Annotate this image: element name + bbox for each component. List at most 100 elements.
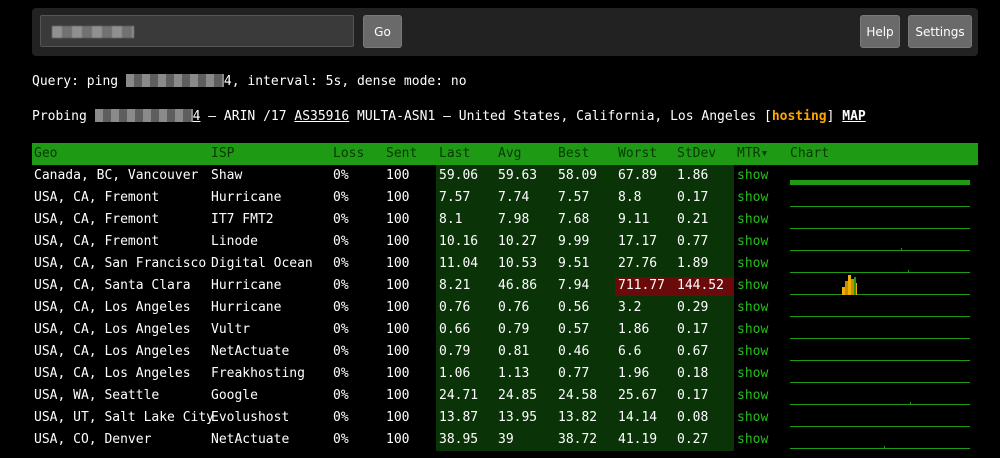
cell-isp: Hurricane: [211, 278, 282, 293]
cell-last: 11.04: [439, 256, 479, 271]
cell-worst: 67.89: [618, 168, 658, 183]
latency-sparkline: [790, 275, 970, 297]
header-isp[interactable]: ISP: [211, 143, 234, 165]
cell-stdev: 144.52: [677, 278, 724, 293]
cell-geo: USA, CO, Denver: [34, 432, 152, 447]
cell-best: 9.51: [558, 256, 590, 271]
mtr-show-link[interactable]: show: [737, 341, 768, 363]
mtr-show-link[interactable]: show: [737, 429, 768, 451]
cell-best: 0.57: [558, 322, 590, 337]
cell-geo: USA, CA, Los Angeles: [34, 322, 191, 337]
header-sent[interactable]: Sent: [386, 143, 417, 165]
cell-stdev: 0.08: [677, 410, 709, 425]
header-avg[interactable]: Avg: [498, 143, 521, 165]
table-row: USA, CA, Los Angeles Vultr 0% 100 0.66 0.79 0.…: [32, 319, 978, 341]
mtr-show-link[interactable]: show: [737, 187, 768, 209]
cell-worst: 711.77: [618, 278, 665, 293]
mtr-show-link[interactable]: show: [737, 407, 768, 429]
mtr-show-link[interactable]: show: [737, 363, 768, 385]
cell-best: 0.77: [558, 366, 590, 381]
header-worst[interactable]: Worst: [618, 143, 657, 165]
cell-sent: 100: [386, 344, 410, 359]
help-button[interactable]: Help: [860, 15, 900, 48]
cell-avg: 0.76: [498, 300, 530, 315]
cell-isp: Shaw: [211, 168, 243, 183]
settings-button[interactable]: Settings: [908, 15, 972, 48]
cell-sent: 100: [386, 168, 410, 183]
latency-sparkline: [790, 209, 970, 231]
cell-isp: Digital Ocean: [211, 256, 313, 271]
cell-stdev: 0.18: [677, 366, 709, 381]
latency-sparkline: [790, 341, 970, 363]
cell-avg: 39: [498, 432, 514, 447]
cell-isp: Evolushost: [211, 410, 290, 425]
redacted-query-ip: [125, 74, 224, 87]
cell-avg: 59.63: [498, 168, 538, 183]
cell-best: 0.56: [558, 300, 590, 315]
hosting-badge: hosting: [771, 109, 827, 124]
cell-geo: USA, WA, Seattle: [34, 388, 160, 403]
table-row: USA, CO, Denver NetActuate 0% 100 38.95 39 38.…: [32, 429, 978, 451]
cell-avg: 13.95: [498, 410, 538, 425]
map-link[interactable]: MAP: [842, 109, 865, 124]
latency-sparkline: [790, 319, 970, 341]
cell-last: 10.16: [439, 234, 479, 249]
cell-loss: 0%: [333, 300, 349, 315]
header-geo[interactable]: Geo: [34, 143, 57, 165]
cell-worst: 14.14: [618, 410, 658, 425]
mtr-show-link[interactable]: show: [737, 231, 768, 253]
latency-sparkline: [790, 231, 970, 253]
cell-geo: USA, CA, Fremont: [34, 234, 160, 249]
cell-isp: Hurricane: [211, 300, 282, 315]
go-button[interactable]: Go: [363, 15, 402, 48]
sparkline-baseline: [790, 404, 970, 405]
cell-geo: USA, CA, Santa Clara: [34, 278, 191, 293]
mtr-show-link[interactable]: show: [737, 275, 768, 297]
header-mtr[interactable]: MTR▾: [737, 143, 768, 165]
cell-stdev: 1.86: [677, 168, 709, 183]
header-last[interactable]: Last: [439, 143, 470, 165]
cell-loss: 0%: [333, 190, 349, 205]
cell-isp: NetActuate: [211, 432, 290, 447]
cell-avg: 10.53: [498, 256, 538, 271]
cell-last: 24.71: [439, 388, 479, 403]
sparkline-baseline: [790, 206, 970, 207]
sparkline-bar: [854, 277, 856, 295]
results-table: Geo ISP Loss Sent Last Avg Best Worst St…: [32, 143, 978, 451]
mtr-show-link[interactable]: show: [737, 253, 768, 275]
cell-isp: Hurricane: [211, 190, 282, 205]
table-row: USA, CA, Fremont Hurricane 0% 100 7.57 7.74 7.…: [32, 187, 978, 209]
cell-loss: 0%: [333, 410, 349, 425]
sparkline-baseline: [790, 338, 970, 339]
latency-sparkline: [790, 297, 970, 319]
probe-org-location: MULTA-ASN1 — United States, California, …: [349, 109, 772, 124]
header-loss[interactable]: Loss: [333, 143, 364, 165]
cell-best: 9.99: [558, 234, 590, 249]
cell-best: 38.72: [558, 432, 598, 447]
asn-link[interactable]: AS35916: [294, 109, 349, 124]
cell-avg: 46.86: [498, 278, 538, 293]
cell-avg: 0.79: [498, 322, 530, 337]
cell-best: 7.94: [558, 278, 590, 293]
cell-last: 59.06: [439, 168, 479, 183]
cell-stdev: 0.17: [677, 190, 709, 205]
cell-stdev: 0.29: [677, 300, 709, 315]
mtr-show-link[interactable]: show: [737, 209, 768, 231]
sparkline-bar: [908, 270, 909, 273]
cell-sent: 100: [386, 322, 410, 337]
cell-last: 1.06: [439, 366, 471, 381]
sparkline-baseline: [790, 360, 970, 361]
cell-geo: USA, CA, Fremont: [34, 190, 160, 205]
header-best[interactable]: Best: [558, 143, 589, 165]
mtr-show-link[interactable]: show: [737, 385, 768, 407]
mtr-show-link[interactable]: show: [737, 165, 768, 187]
cell-worst: 27.76: [618, 256, 658, 271]
table-header: Geo ISP Loss Sent Last Avg Best Worst St…: [32, 143, 978, 165]
cell-worst: 3.2: [618, 300, 642, 315]
latency-sparkline: [790, 187, 970, 209]
mtr-show-link[interactable]: show: [737, 297, 768, 319]
header-stdev[interactable]: StDev: [677, 143, 716, 165]
mtr-show-link[interactable]: show: [737, 319, 768, 341]
cell-worst: 9.11: [618, 212, 650, 227]
probe-close-bracket: ]: [826, 109, 843, 124]
